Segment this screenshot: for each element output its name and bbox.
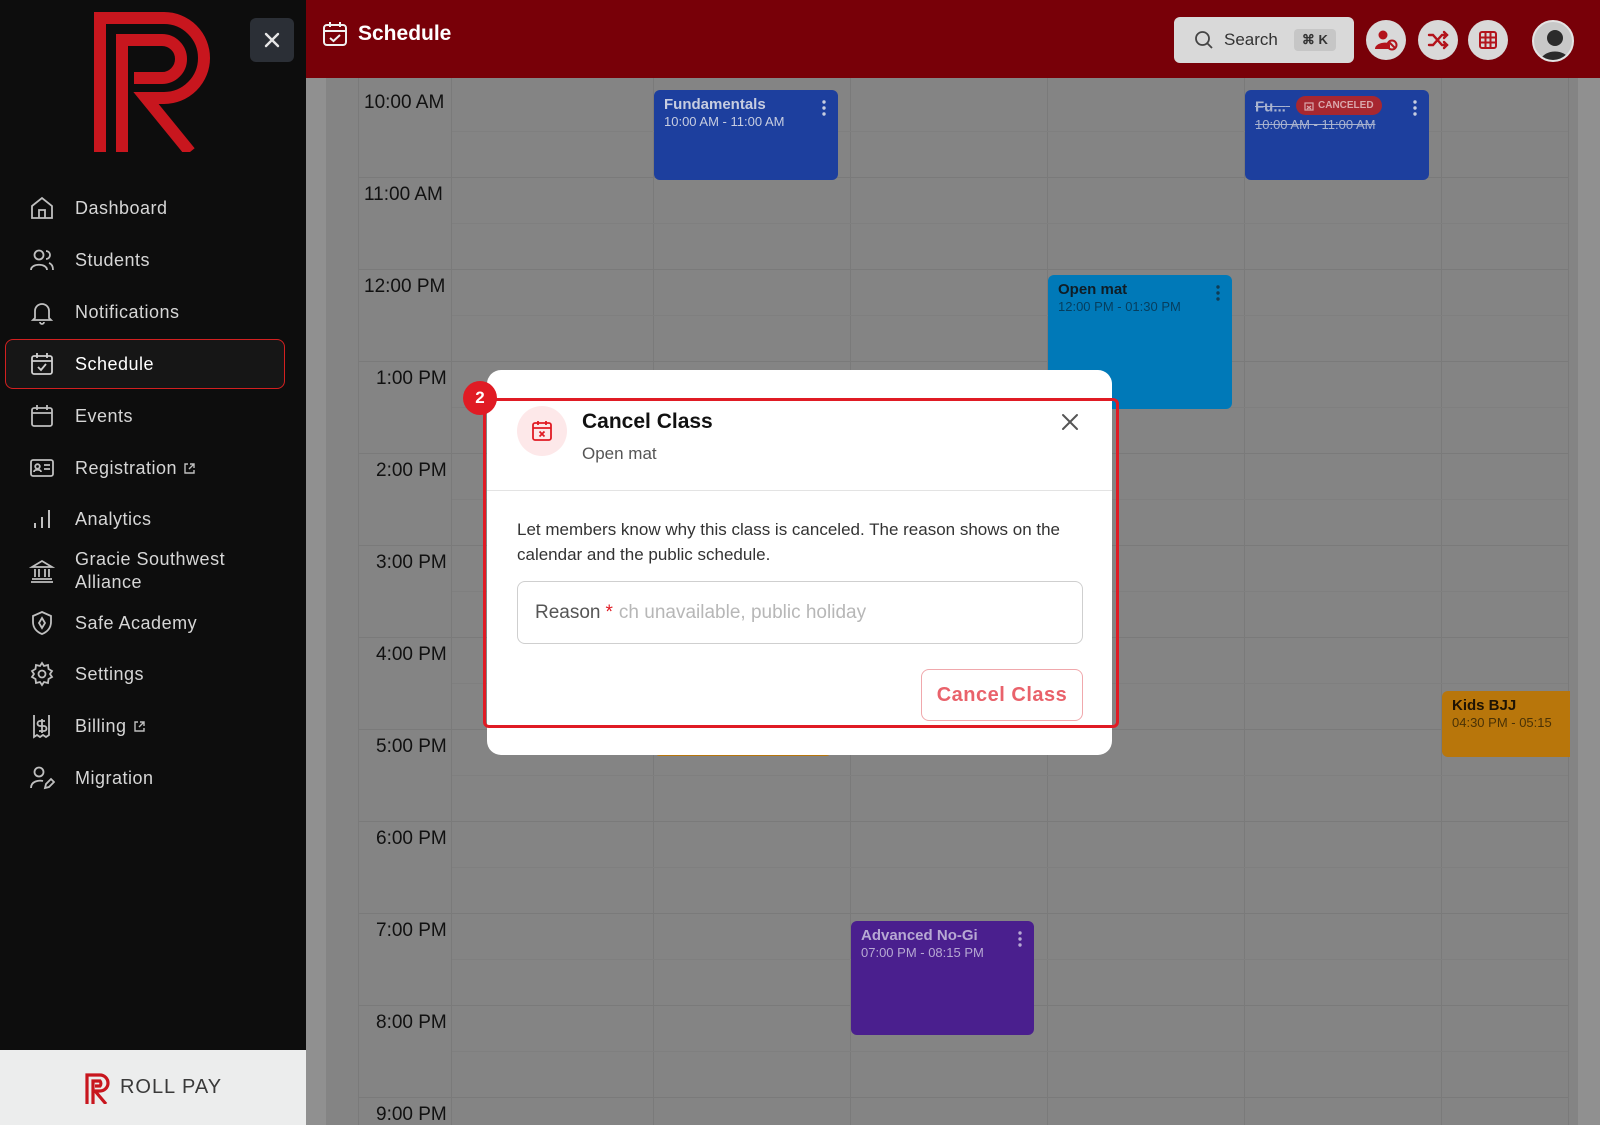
external-link-icon (133, 720, 146, 733)
shield-icon (28, 609, 56, 637)
bar-chart-icon (28, 505, 56, 533)
time-label: 8:00 PM (376, 1012, 447, 1033)
event-time: 10:00 AM - 11:00 AM (664, 114, 785, 129)
shuffle-icon (1427, 30, 1449, 50)
time-label: 1:00 PM (376, 368, 447, 389)
sidebar: Dashboard Students Notifications Schedul… (0, 0, 306, 1125)
sidebar-item-label: Gracie Southwest Alliance (75, 549, 226, 592)
more-vertical-icon[interactable] (1018, 931, 1022, 947)
event-title: Open mat (1058, 281, 1128, 298)
more-vertical-icon[interactable] (1216, 285, 1220, 301)
page-title: Schedule (322, 20, 451, 48)
time-label: 7:00 PM (376, 920, 447, 941)
event-time: 07:00 PM - 08:15 PM (861, 945, 984, 960)
time-label: 2:00 PM (376, 460, 447, 481)
page-title-text: Schedule (358, 22, 452, 45)
sidebar-item-migration[interactable]: Migration (5, 753, 285, 803)
sidebar-item-events[interactable]: Events (5, 391, 285, 441)
sidebar-item-label: Registration (75, 457, 178, 478)
sidebar-item-label: Settings (75, 663, 145, 684)
time-label: 10:00 AM (364, 92, 445, 113)
calendar-x-icon (1304, 101, 1314, 111)
calendar-icon (28, 402, 56, 430)
status-badge: CANCELED (1296, 96, 1382, 115)
grid-icon (1479, 31, 1497, 49)
event-time: 12:00 PM - 01:30 PM (1058, 299, 1181, 314)
sidebar-item-label: Analytics (75, 508, 152, 529)
search-shortcut: ⌘ K (1293, 29, 1336, 51)
roll-logo (94, 12, 210, 152)
sidebar-item-registration[interactable]: Registration (5, 443, 285, 493)
event-title: Fu... CANCELED (1255, 96, 1419, 116)
event-title-text: Fu... (1255, 98, 1286, 116)
time-column (358, 78, 452, 1125)
user-block-button[interactable] (1366, 20, 1406, 60)
id-card-icon (28, 454, 56, 482)
calendar-check-icon (28, 350, 56, 378)
dollar-icon (28, 712, 56, 740)
home-icon (28, 194, 56, 222)
event-time: 10:00 AM - 11:00 AM (1255, 116, 1376, 132)
sidebar-item-label: Safe Academy (75, 612, 198, 633)
search-button[interactable]: Search ⌘ K (1174, 17, 1354, 63)
sidebar-item-dashboard[interactable]: Dashboard (5, 183, 285, 233)
bell-icon (28, 298, 56, 326)
more-vertical-icon[interactable] (1413, 100, 1417, 116)
close-icon (264, 32, 280, 48)
event-title: Advanced No-Gi (861, 927, 978, 944)
time-label: 12:00 PM (364, 276, 446, 297)
time-label: 11:00 AM (364, 184, 443, 205)
rollpay-logo-icon (85, 1072, 110, 1104)
rollpay-footer: ROLL PAY (0, 1050, 306, 1125)
avatar[interactable] (1532, 20, 1574, 62)
event-title: Kids BJJ (1452, 697, 1517, 714)
sidebar-item-students[interactable]: Students (5, 235, 285, 285)
more-vertical-icon[interactable] (822, 100, 826, 116)
sidebar-item-label: Events (75, 405, 134, 426)
event-kids-bjj[interactable]: Kids BJJ 04:30 PM - 05:15 (1442, 691, 1570, 757)
event-advanced-nogi[interactable]: Advanced No-Gi 07:00 PM - 08:15 PM (851, 921, 1034, 1035)
external-link-icon (183, 462, 196, 475)
institution-icon (28, 557, 56, 585)
sidebar-item-gracie-southwest-alliance[interactable]: Gracie Southwest Alliance (5, 546, 285, 596)
status-badge-text: CANCELED (1318, 100, 1374, 111)
sidebar-item-label: Billing (75, 715, 127, 736)
gear-icon (28, 660, 56, 688)
event-title: Fundamentals (664, 96, 766, 113)
sidebar-item-label: Schedule (75, 353, 155, 374)
sidebar-item-label: Students (75, 249, 151, 270)
time-label: 4:00 PM (376, 644, 447, 665)
sidebar-item-safe-academy[interactable]: Safe Academy (5, 598, 285, 648)
sidebar-item-label: Migration (75, 767, 154, 788)
user-avatar-icon (1540, 30, 1570, 60)
sidebar-item-schedule[interactable]: Schedule (5, 339, 285, 389)
search-label: Search (1224, 30, 1278, 49)
sidebar-item-billing[interactable]: Billing (5, 701, 285, 751)
grid-button[interactable] (1468, 20, 1508, 60)
time-label: 3:00 PM (376, 552, 447, 573)
event-time: 04:30 PM - 05:15 (1452, 715, 1552, 730)
sidebar-item-notifications[interactable]: Notifications (5, 287, 285, 337)
event-fundamentals-canceled[interactable]: Fu... CANCELED 10:00 AM - 11:00 AM (1245, 90, 1429, 180)
user-edit-icon (28, 764, 56, 792)
shuffle-button[interactable] (1418, 20, 1458, 60)
time-label: 5:00 PM (376, 736, 447, 757)
rollpay-brand: ROLL PAY (119, 1076, 223, 1098)
top-bar: Schedule Search ⌘ K (306, 0, 1600, 78)
time-label: 6:00 PM (376, 828, 447, 849)
close-sidebar-button[interactable] (250, 18, 294, 62)
search-icon (1195, 31, 1213, 49)
step-badge: 2 (463, 381, 497, 415)
step-highlight (483, 398, 1119, 728)
sidebar-item-analytics[interactable]: Analytics (5, 494, 285, 544)
user-block-icon (1375, 30, 1398, 51)
sidebar-item-label: Notifications (75, 301, 180, 322)
sidebar-item-label: Dashboard (75, 197, 168, 218)
users-icon (28, 246, 56, 274)
calendar-check-icon (323, 22, 347, 46)
time-label: 9:00 PM (376, 1104, 447, 1125)
event-fundamentals[interactable]: Fundamentals 10:00 AM - 11:00 AM (654, 90, 838, 180)
sidebar-item-settings[interactable]: Settings (5, 649, 285, 699)
